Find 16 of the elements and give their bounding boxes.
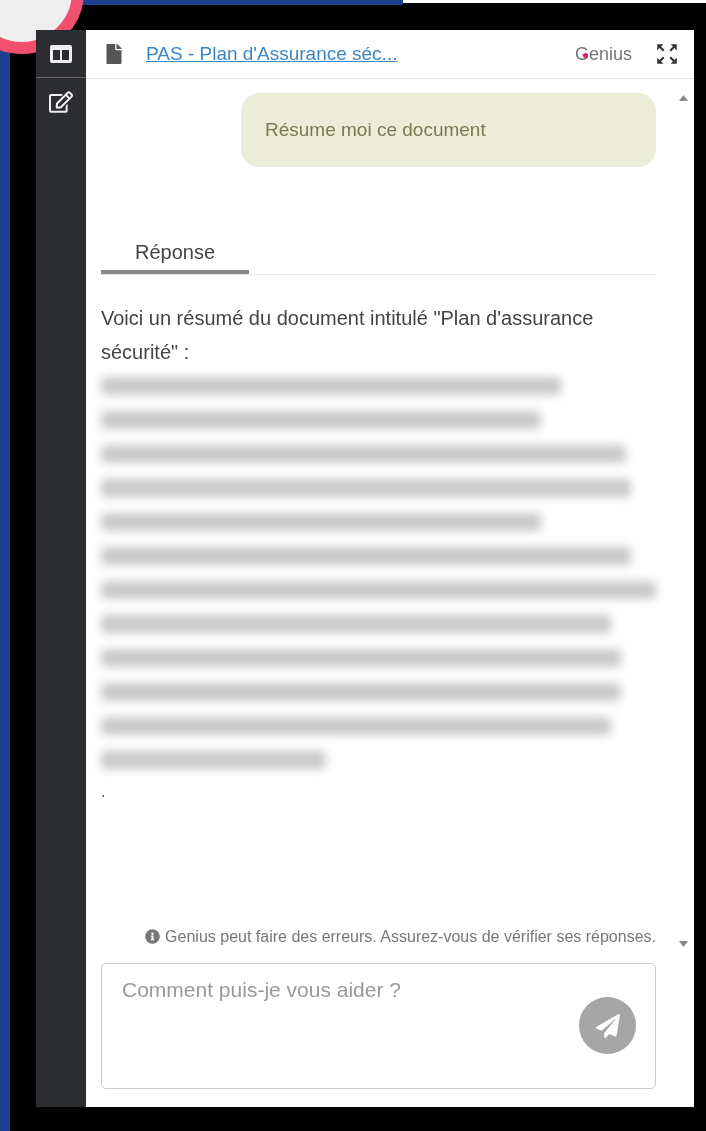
user-message: Résume moi ce document [241,93,656,167]
logo: Genius [574,43,632,65]
document-icon [104,44,124,64]
message-field[interactable]: Comment puis-je vous aider ? [101,963,656,1089]
answer-end: . [101,783,107,801]
document-title-link[interactable]: PAS - Plan d'Assurance séc... [146,43,553,65]
answer-intro: Voici un résumé du document intitulé "Plan d'assurance sécurité" : [101,306,595,365]
scroll-down-icon[interactable] [678,941,688,947]
scroll-up-icon[interactable] [678,95,688,101]
response-tab[interactable]: Réponse [101,235,249,274]
disclaimer: Genius peut faire des erreurs. Assurez-vous de vérifier ses réponses. [145,923,656,951]
edit-icon [49,90,73,114]
send-icon [595,1013,620,1038]
columns-icon [49,43,73,64]
expand-icon[interactable] [654,41,680,67]
info-icon [145,929,161,944]
